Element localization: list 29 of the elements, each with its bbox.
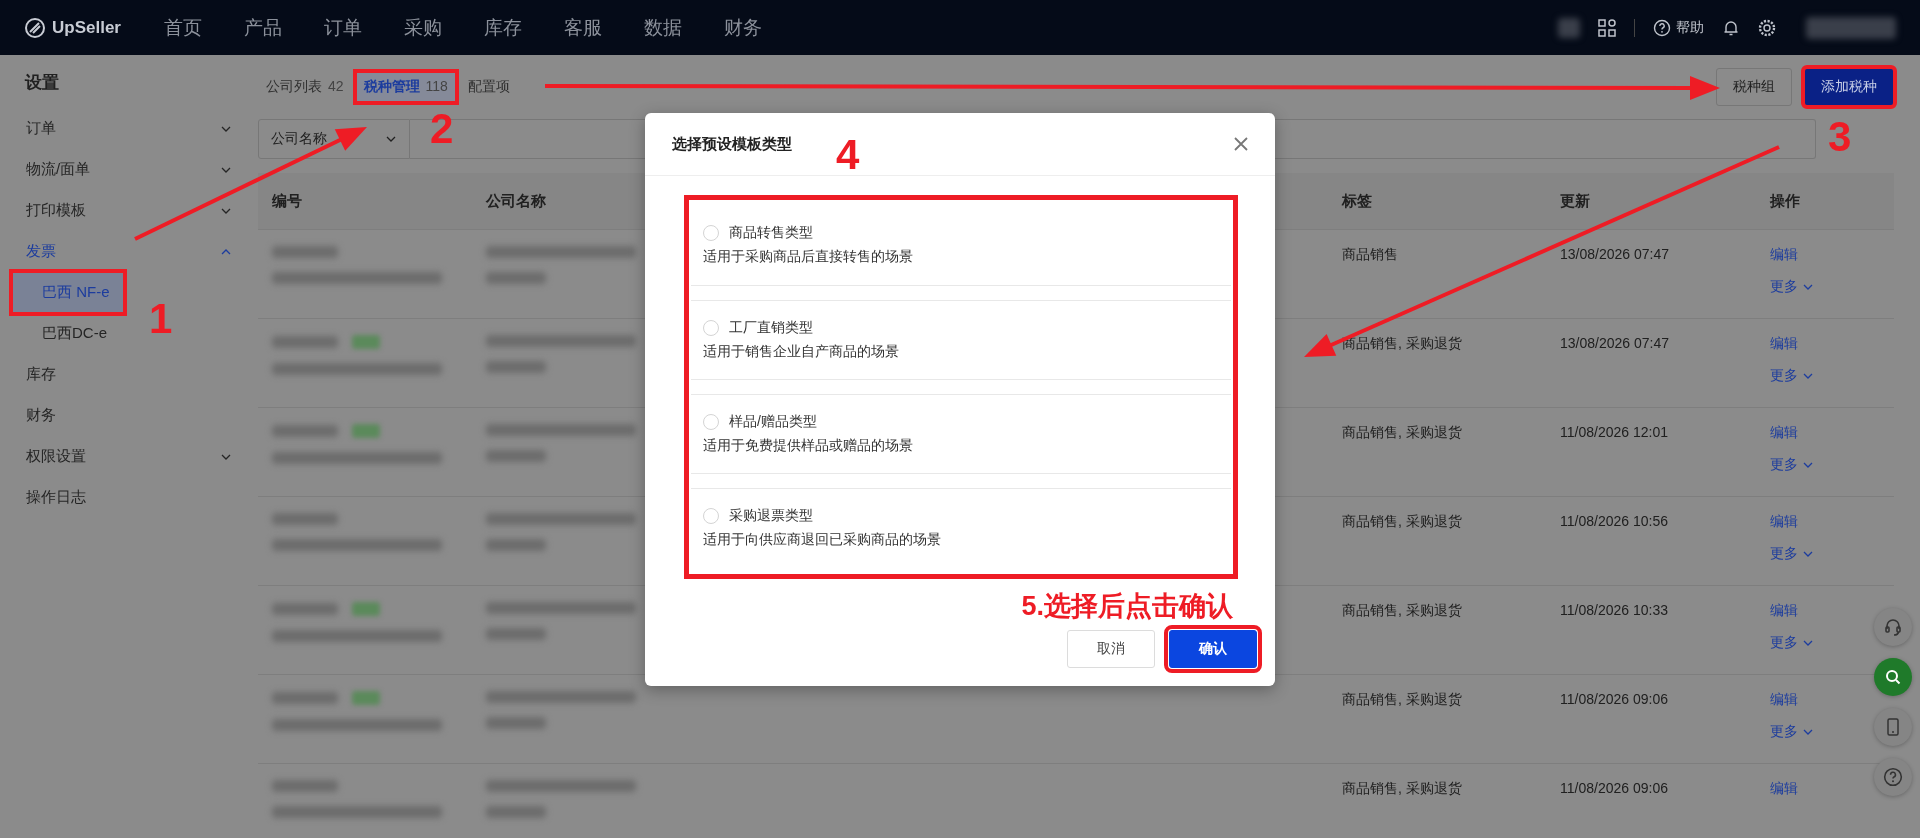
table-cell: 商品销售, 采购退货 bbox=[1342, 691, 1462, 709]
option-description: 适用于免费提供样品或赠品的场景 bbox=[703, 437, 914, 455]
step-number: 4 bbox=[836, 134, 860, 176]
table-cell: 商品销售, 采购退货 bbox=[1342, 513, 1462, 531]
sidebar-title: 设置 bbox=[23, 72, 60, 94]
step-number: 2 bbox=[430, 108, 454, 150]
table-cell: 商品销售, 采购退货 bbox=[1342, 424, 1462, 442]
table-cell: 商品销售, 采购退货 bbox=[1342, 780, 1462, 798]
table-cell: 商品销售 bbox=[1342, 246, 1398, 264]
table-cell: 11/08/2026 10:33 bbox=[1560, 602, 1668, 618]
column-header: 更新 bbox=[1559, 191, 1591, 211]
column-header: 标签 bbox=[1340, 191, 1373, 211]
table-cell: 13/08/2026 07:47 bbox=[1560, 246, 1669, 262]
annotation-text: 5.选择后点击确认 bbox=[1021, 591, 1233, 621]
table-cell: 13/08/2026 07:47 bbox=[1560, 335, 1669, 351]
table-cell: 商品销售, 采购退货 bbox=[1342, 602, 1462, 620]
table-cell: 11/08/2026 10:56 bbox=[1560, 513, 1668, 529]
step-number: 3 bbox=[1828, 116, 1852, 158]
option-description: 适用于采购商品后直接转售的场景 bbox=[703, 248, 914, 266]
column-header: 操作 bbox=[1769, 191, 1801, 211]
table-cell: 11/08/2026 12:01 bbox=[1560, 424, 1668, 440]
column-header: 公司名称 bbox=[484, 191, 547, 211]
step-number: 1 bbox=[149, 298, 173, 340]
modal-title: 选择预设模板类型 bbox=[672, 134, 792, 154]
option-description: 适用于销售企业自产商品的场景 bbox=[703, 343, 900, 361]
column-header: 编号 bbox=[271, 191, 303, 211]
option-description: 适用于向供应商退回已采购商品的场景 bbox=[703, 531, 942, 549]
table-cell: 11/08/2026 09:06 bbox=[1560, 691, 1668, 707]
table-cell: 11/08/2026 09:06 bbox=[1560, 780, 1668, 796]
